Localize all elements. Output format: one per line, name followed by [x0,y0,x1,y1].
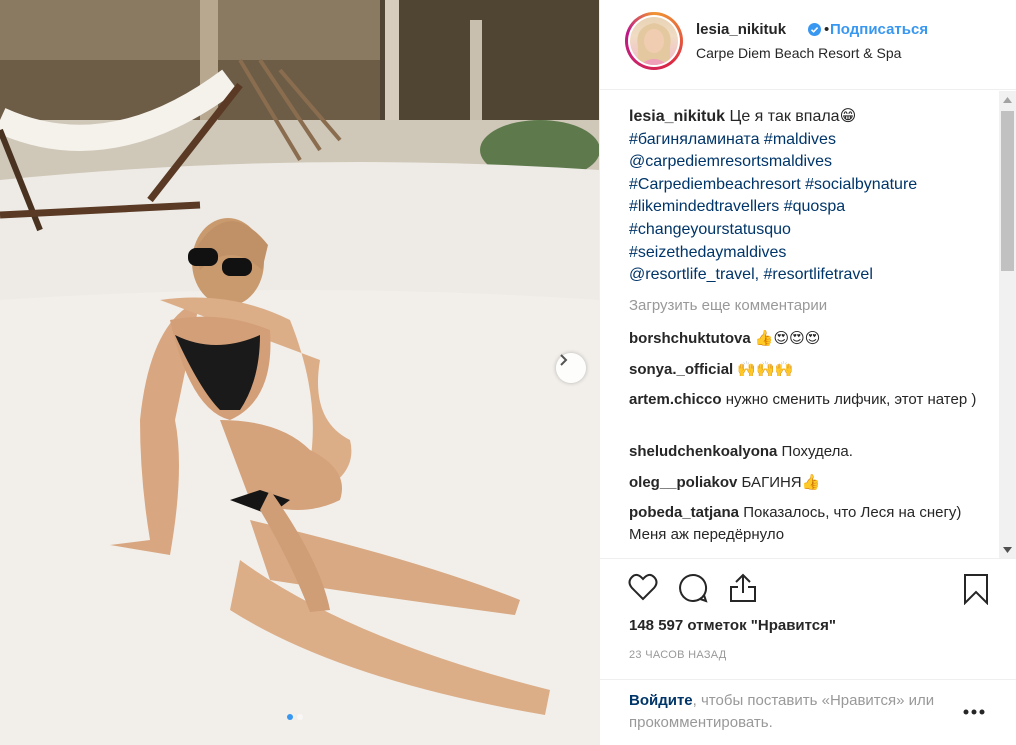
avatar[interactable] [625,12,683,70]
next-photo-button[interactable] [556,353,586,383]
comment: oleg__poliakov БАГИНЯ👍 [629,472,979,494]
separator-dot: • [824,21,830,38]
comment: sonya._official 🙌🙌🙌 [629,359,979,381]
carousel-indicator [287,714,303,720]
post-author-username[interactable]: lesia_nikituk [696,21,786,38]
likes-count[interactable]: 148 597 отметок "Нравится" [629,617,836,634]
post-details-panel: lesia_nikituk • Подписаться Carpe Diem B… [599,0,1016,745]
chevron-right-icon [560,354,568,366]
caption-tag[interactable]: #seizethedaymaldives [629,242,989,265]
scroll-down-arrow-icon[interactable] [999,541,1016,558]
post-actions: 148 597 отметок "Нравится" 23 ЧАСОВ НАЗА… [600,558,1016,740]
caption-tag[interactable]: @carpediemresortsmaldives [629,151,989,174]
comment-username[interactable]: pobeda_tatjana [629,504,739,521]
more-icon[interactable] [963,702,985,720]
comment-text: нужно сменить лифчик, этот натер ) [725,391,977,408]
scroll-up-arrow-icon[interactable] [999,91,1016,108]
comment-text: БАГИНЯ👍 [741,474,821,491]
comment: sheludchenkoalyona Похудела. [629,441,979,463]
follow-button[interactable]: Подписаться [830,21,928,38]
caption-tag[interactable]: #changeyourstatusquo [629,219,989,242]
post-location[interactable]: Carpe Diem Beach Resort & Spa [696,45,901,61]
comment-username[interactable]: sheludchenkoalyona [629,443,777,460]
scrollbar-thumb[interactable] [1001,111,1014,271]
comment-text: 👍😍😍😍 [754,330,821,347]
carousel-dot [297,714,303,720]
comment: borshchuktutova 👍😍😍😍 [629,328,979,350]
login-prompt: Войдите, чтобы поставить «Нравится» или … [600,679,1016,739]
carousel-dot-active [287,714,293,720]
beach-photo-illustration [0,0,599,745]
login-link[interactable]: Войдите [629,692,693,709]
caption-text: Це я так впала😁 [729,108,857,125]
avatar-image [630,17,678,65]
post-caption: lesia_nikituk Це я так впала😁 #багинялам… [629,106,989,287]
comment-username[interactable]: oleg__poliakov [629,474,737,491]
comment-username[interactable]: artem.chicco [629,391,722,408]
post-timestamp[interactable]: 23 ЧАСОВ НАЗАД [629,649,727,661]
comment-icon[interactable] [678,573,708,608]
comments-list[interactable]: lesia_nikituk Це я так впала😁 #багинялам… [600,91,1016,558]
caption-tag[interactable]: #Carpediembeachresort #socialbynature [629,174,989,197]
verified-badge-icon [808,23,821,41]
post-header: lesia_nikituk • Подписаться Carpe Diem B… [600,0,1016,90]
comment-text: Похудела. [781,443,853,460]
comment: pobeda_tatjana Показалось, что Леся на с… [629,502,979,546]
comment-text: 🙌🙌🙌 [737,361,794,378]
caption-tag[interactable]: #likemindedtravellers #quospa [629,196,989,219]
bookmark-icon[interactable] [963,573,989,610]
post-photo[interactable] [0,0,599,745]
comments-scrollbar[interactable] [999,91,1016,558]
comment-username[interactable]: borshchuktutova [629,330,751,347]
comment: artem.chicco нужно сменить лифчик, этот … [629,389,979,411]
comment-username[interactable]: sonya._official [629,361,733,378]
heart-icon[interactable] [628,573,658,606]
caption-tag[interactable]: #багиняламината #maldives [629,129,989,152]
share-icon[interactable] [729,573,757,608]
caption-tag[interactable]: @resortlife_travel, #resortlifetravel [629,264,989,287]
load-more-comments-button[interactable]: Загрузить еще комментарии [629,297,827,314]
caption-username[interactable]: lesia_nikituk [629,108,725,125]
